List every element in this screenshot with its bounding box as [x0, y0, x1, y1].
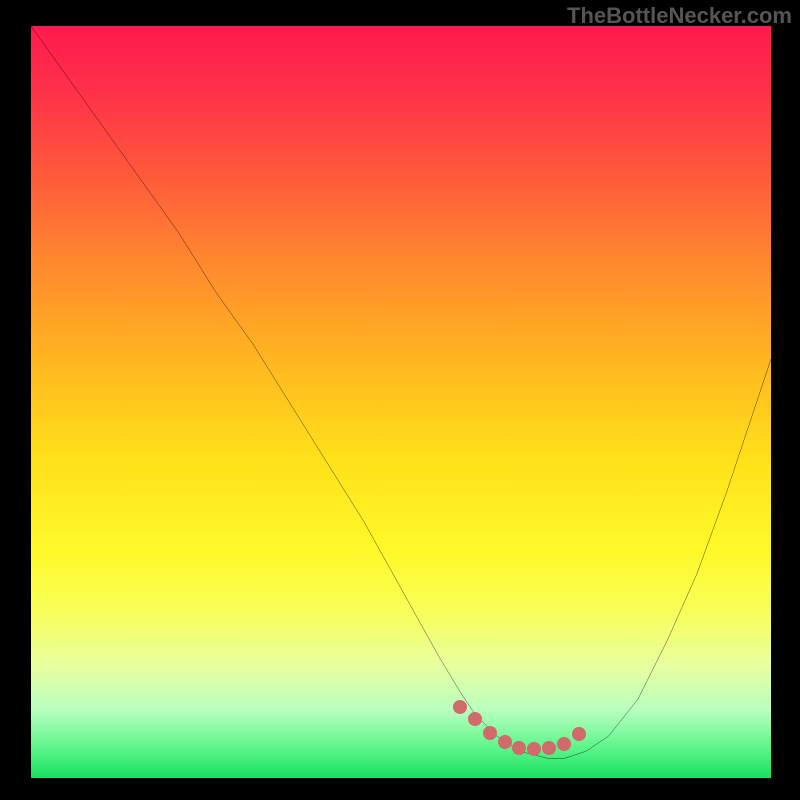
optimal-dot — [572, 727, 586, 741]
watermark-text: TheBottleNecker.com — [567, 3, 792, 29]
optimal-dot — [512, 741, 526, 755]
chart-plot-area — [31, 26, 771, 778]
optimal-dot — [498, 735, 512, 749]
optimal-dot — [557, 737, 571, 751]
optimal-dot — [483, 726, 497, 740]
optimal-dot — [542, 741, 556, 755]
optimal-dot — [468, 712, 482, 726]
optimal-range-dots — [31, 26, 771, 778]
optimal-dot — [527, 742, 541, 756]
optimal-dot — [453, 700, 467, 714]
